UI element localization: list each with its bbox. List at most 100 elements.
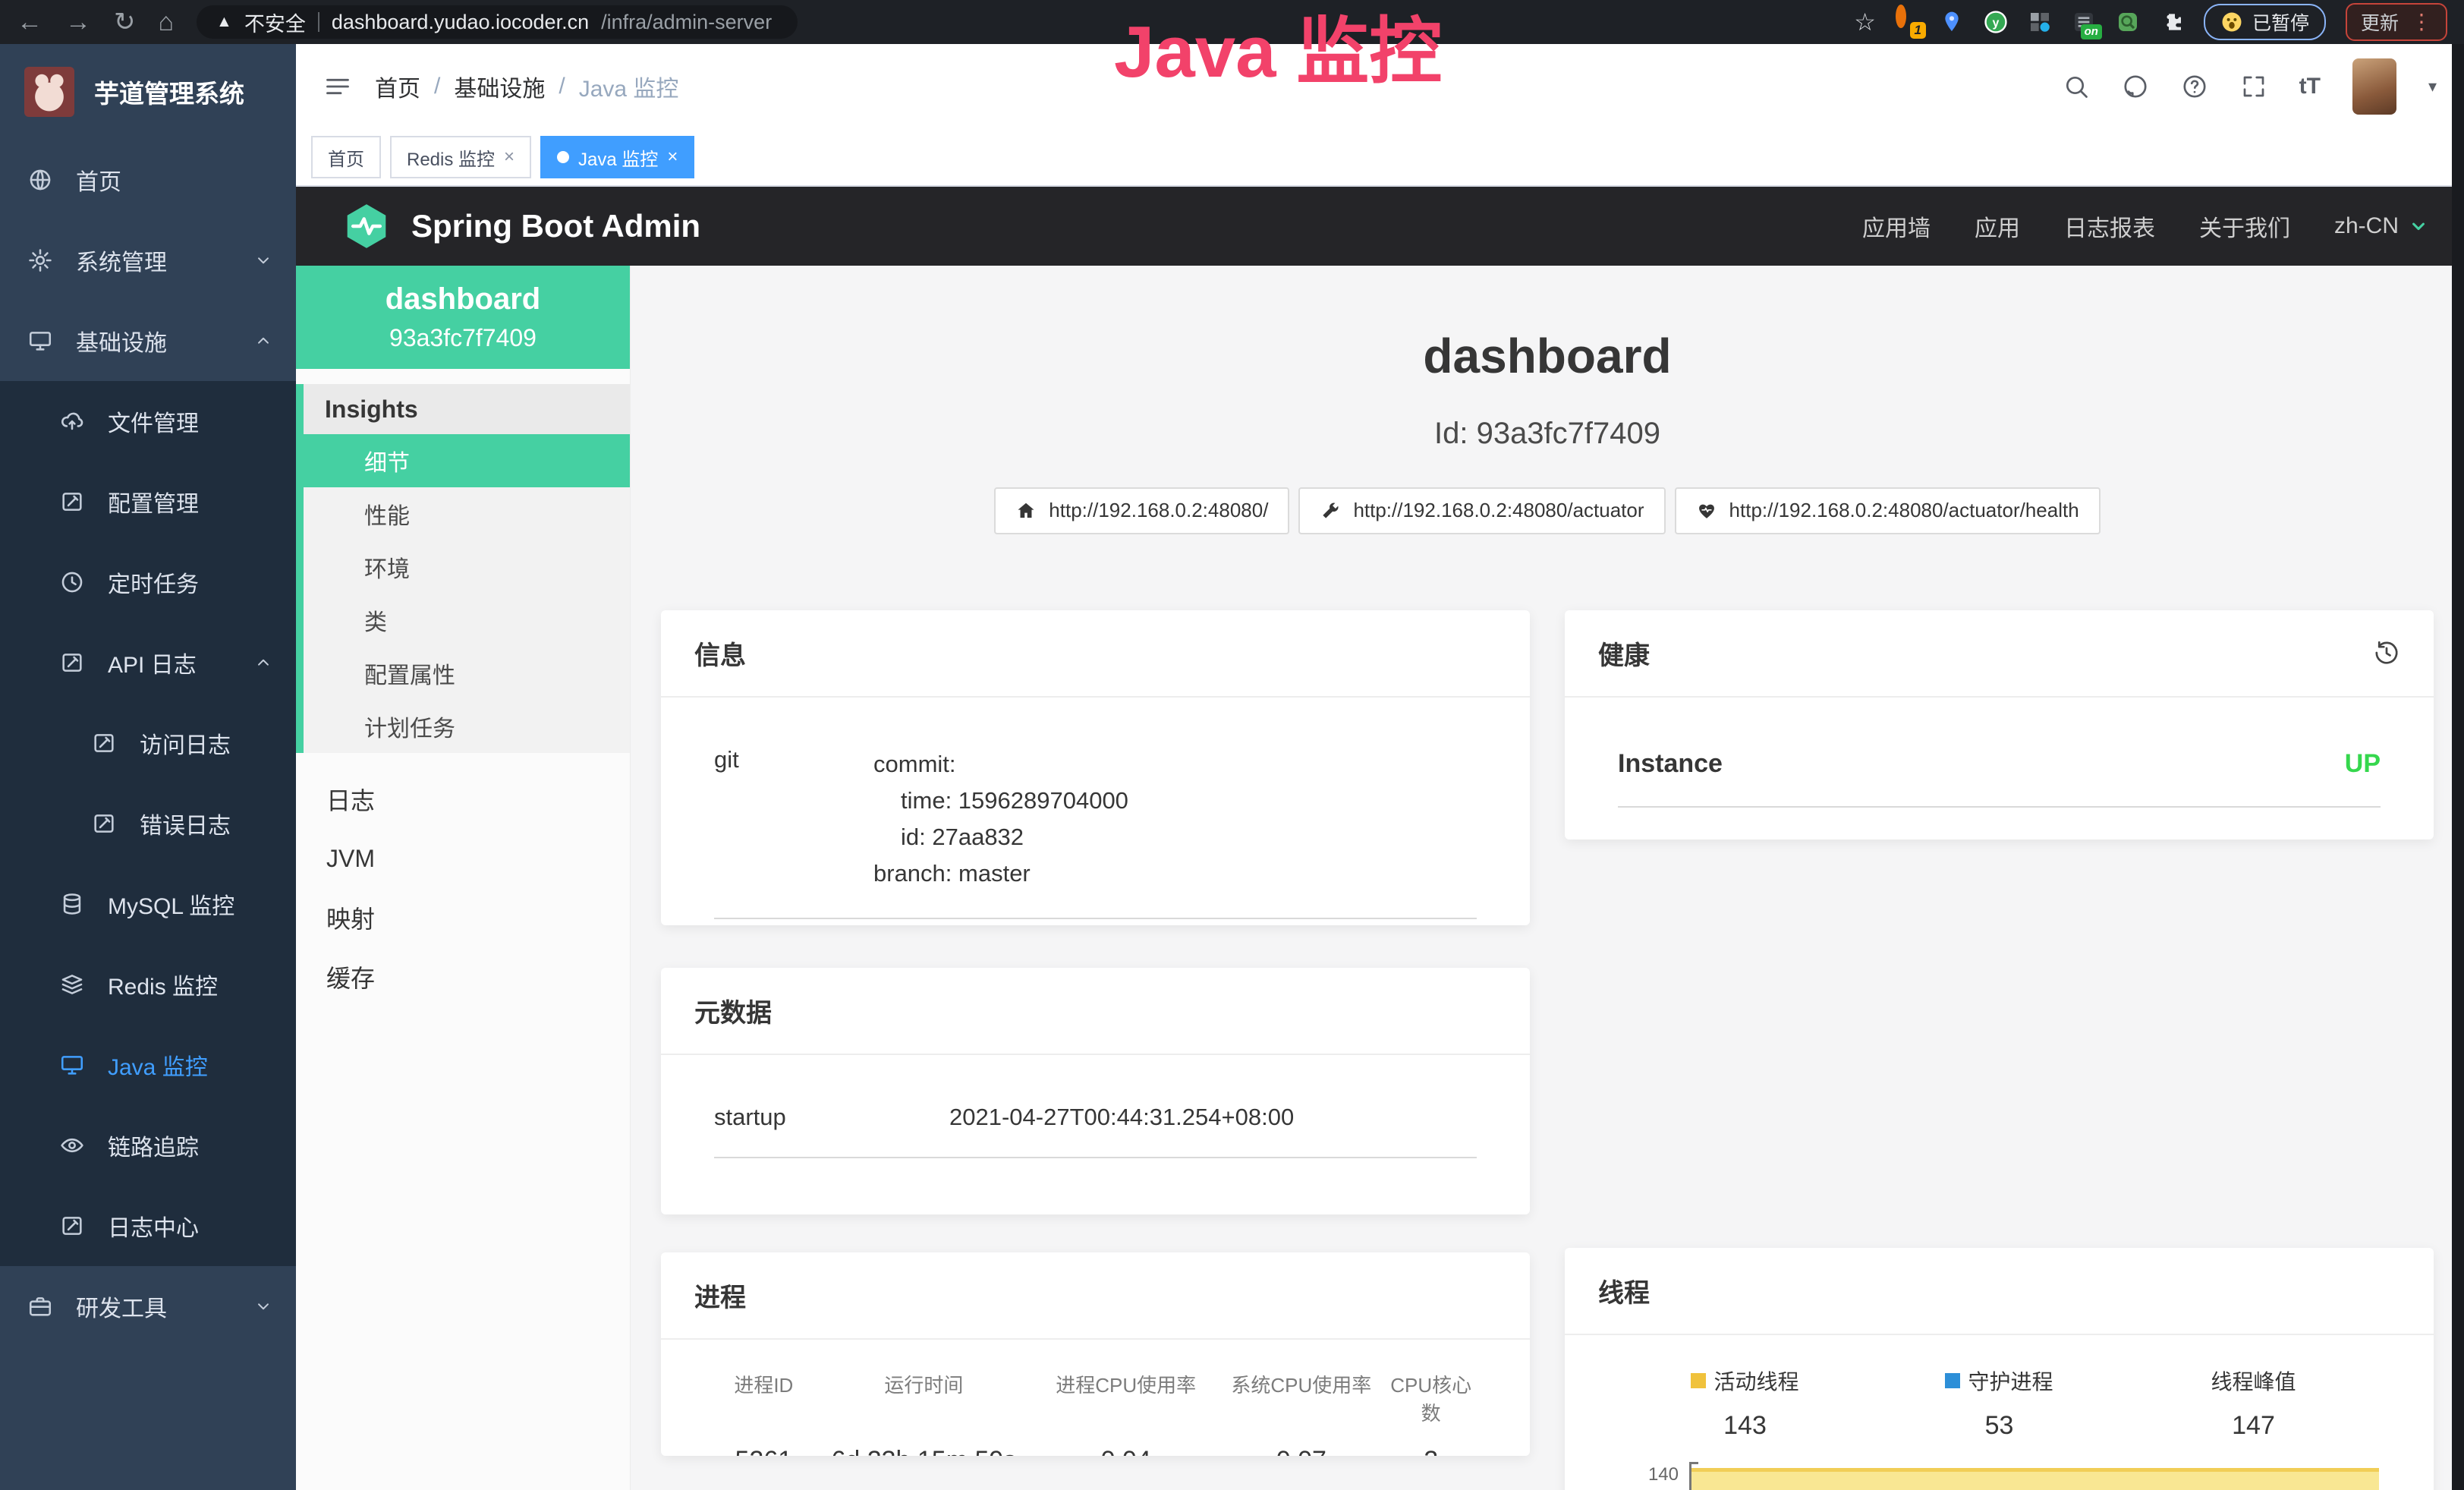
help-icon[interactable] (2181, 73, 2208, 100)
main-column: 首页 / 基础设施 / Java 监控 tT ▾ (296, 44, 2464, 1490)
sidebar-item-infra[interactable]: 基础设施 (0, 301, 296, 381)
health-url-button[interactable]: http://192.168.0.2:48080/actuator/health (1675, 487, 2101, 534)
extension-grid-icon[interactable] (2028, 10, 2052, 34)
app-logo-link[interactable]: 芋道管理系统 (0, 44, 296, 140)
sba-nav-journal[interactable]: 日志报表 (2064, 209, 2155, 243)
card-header: 线程 (1565, 1248, 2434, 1335)
hamburger-icon[interactable] (323, 72, 352, 101)
tab-home[interactable]: 首页 (311, 136, 381, 178)
column-header: 运行时间 (813, 1370, 1034, 1426)
clock-icon (59, 569, 85, 595)
nav-item-logs[interactable]: 日志 (296, 770, 630, 829)
extension-orange-icon[interactable]: 1 (1896, 10, 1920, 34)
sba-language-select[interactable]: zh-CN (2334, 213, 2429, 239)
sidebar-item-label: API 日志 (108, 646, 197, 679)
breadcrumb-infra[interactable]: 基础设施 (454, 70, 545, 103)
sidebar: 芋道管理系统 首页 系统管理 基础设施 (0, 44, 296, 1490)
breadcrumb-current: Java 监控 (579, 70, 679, 103)
nav-item-caches[interactable]: 缓存 (296, 947, 630, 1006)
extension-badge: 1 (1910, 22, 1926, 39)
address-bar[interactable]: ▲ 不安全 dashboard.yudao.iocoder.cn/infra/a… (197, 5, 798, 39)
sidebar-item-access-log[interactable]: 访问日志 (0, 703, 296, 783)
heartbeat-icon (1696, 500, 1717, 521)
service-url-button[interactable]: http://192.168.0.2:48080/ (994, 487, 1289, 534)
extension-pin-icon[interactable] (1940, 10, 1964, 34)
insights-item-details[interactable]: 细节 (304, 434, 630, 487)
sba-nav-applications[interactable]: 应用 (1975, 209, 2020, 243)
sba-brand[interactable]: Spring Boot Admin (341, 201, 700, 251)
reload-icon[interactable]: ↻ (114, 9, 136, 35)
sidebar-item-mysql[interactable]: MySQL 监控 (0, 864, 296, 944)
extension-leaf-icon[interactable] (2116, 10, 2140, 34)
sidebar-item-file[interactable]: 文件管理 (0, 381, 296, 461)
history-icon[interactable] (2373, 639, 2400, 666)
close-icon[interactable]: × (667, 148, 678, 166)
instance-header[interactable]: dashboard 93a3fc7f7409 (296, 266, 630, 369)
sidebar-item-java[interactable]: Java 监控 (0, 1025, 296, 1105)
user-avatar[interactable] (2352, 58, 2396, 115)
insights-item-classes[interactable]: 类 (304, 594, 630, 647)
sidebar-item-redis[interactable]: Redis 监控 (0, 944, 296, 1025)
insights-item-metrics[interactable]: 性能 (304, 487, 630, 540)
sidebar-item-error-log[interactable]: 错误日志 (0, 783, 296, 864)
sidebar-item-label: Java 监控 (108, 1048, 208, 1082)
card-header: 健康 (1565, 610, 2434, 698)
sidebar-item-home[interactable]: 首页 (0, 140, 296, 220)
search-icon[interactable] (2063, 73, 2090, 100)
instance-links: http://192.168.0.2:48080/ http://192.168… (661, 487, 2434, 534)
home-icon[interactable]: ⌂ (159, 9, 175, 35)
extension-puzzle-icon[interactable] (2160, 10, 2184, 34)
nav-item-jvm[interactable]: JVM (296, 829, 630, 888)
font-size-icon[interactable]: tT (2299, 74, 2321, 99)
cell-uptime: 6d 23h 15m 59s (813, 1446, 1034, 1456)
home-icon (1015, 500, 1037, 521)
extension-list-icon[interactable]: on (2072, 10, 2096, 34)
sidebar-item-label: 定时任务 (108, 565, 199, 599)
sidebar-item-api-log[interactable]: API 日志 (0, 622, 296, 703)
legend-value: 143 (1723, 1411, 1767, 1441)
sba-nav-wall[interactable]: 应用墙 (1862, 209, 1931, 243)
tab-label: 首页 (328, 144, 364, 171)
breadcrumb-home[interactable]: 首页 (375, 70, 420, 103)
close-icon[interactable]: × (504, 148, 515, 166)
service-url: http://192.168.0.2:48080/ (1049, 499, 1268, 522)
sidebar-item-trace[interactable]: 链路追踪 (0, 1105, 296, 1186)
info-card: 信息 git commit: time: 1596289704000 id: 2 (661, 610, 1530, 925)
tab-java[interactable]: Java 监控 × (540, 136, 694, 178)
back-icon[interactable]: ← (17, 9, 42, 35)
insights-item-env[interactable]: 环境 (304, 540, 630, 594)
extension-green-circle-icon[interactable]: y (1984, 10, 2008, 34)
status-badge: UP (2345, 749, 2381, 779)
sidebar-item-job[interactable]: 定时任务 (0, 542, 296, 622)
avatar-caret-icon[interactable]: ▾ (2428, 77, 2437, 96)
insights-item-scheduled-tasks[interactable]: 计划任务 (304, 700, 630, 753)
nav-item-mappings[interactable]: 映射 (296, 888, 630, 947)
insights-item-config-props[interactable]: 配置属性 (304, 647, 630, 700)
sidebar-item-config[interactable]: 配置管理 (0, 461, 296, 542)
svg-text:y: y (1993, 17, 2000, 30)
sba-nav: 应用墙 应用 日志报表 关于我们 zh-CN (1862, 209, 2429, 243)
process-card: 进程 进程ID 运行时间 进程CPU使用率 系统CPU使用率 (661, 1252, 1530, 1456)
bookmark-star-icon[interactable]: ☆ (1854, 8, 1876, 36)
info-value: commit: time: 1596289704000 id: 27aa832 … (873, 746, 1128, 892)
column-header: 系统CPU使用率 (1217, 1370, 1385, 1426)
sidebar-item-system[interactable]: 系统管理 (0, 220, 296, 301)
warning-icon: ▲ (216, 13, 232, 31)
sidebar-item-log-center[interactable]: 日志中心 (0, 1186, 296, 1266)
card-title: 元数据 (694, 992, 772, 1029)
sba-nav-about[interactable]: 关于我们 (2199, 209, 2290, 243)
extension-on-badge: on (2081, 24, 2102, 40)
actuator-url-button[interactable]: http://192.168.0.2:48080/actuator (1298, 487, 1665, 534)
browser-menu-icon[interactable]: ⋮ (2411, 11, 2432, 33)
paused-button[interactable]: 已暂停 (2204, 4, 2326, 40)
update-button[interactable]: 更新 ⋮ (2346, 3, 2447, 41)
github-icon[interactable] (2122, 73, 2149, 100)
sidebar-item-dev-tool[interactable]: 研发工具 (0, 1266, 296, 1347)
forward-icon[interactable]: → (65, 9, 91, 35)
tab-redis[interactable]: Redis 监控 × (390, 136, 531, 178)
card-header: 进程 (661, 1252, 1530, 1340)
chevron-up-icon (253, 653, 273, 673)
insights-section-label: Insights (304, 384, 630, 434)
fullscreen-icon[interactable] (2240, 73, 2267, 100)
sba-navbar: Spring Boot Admin 应用墙 应用 日志报表 关于我们 zh-CN (296, 187, 2464, 266)
